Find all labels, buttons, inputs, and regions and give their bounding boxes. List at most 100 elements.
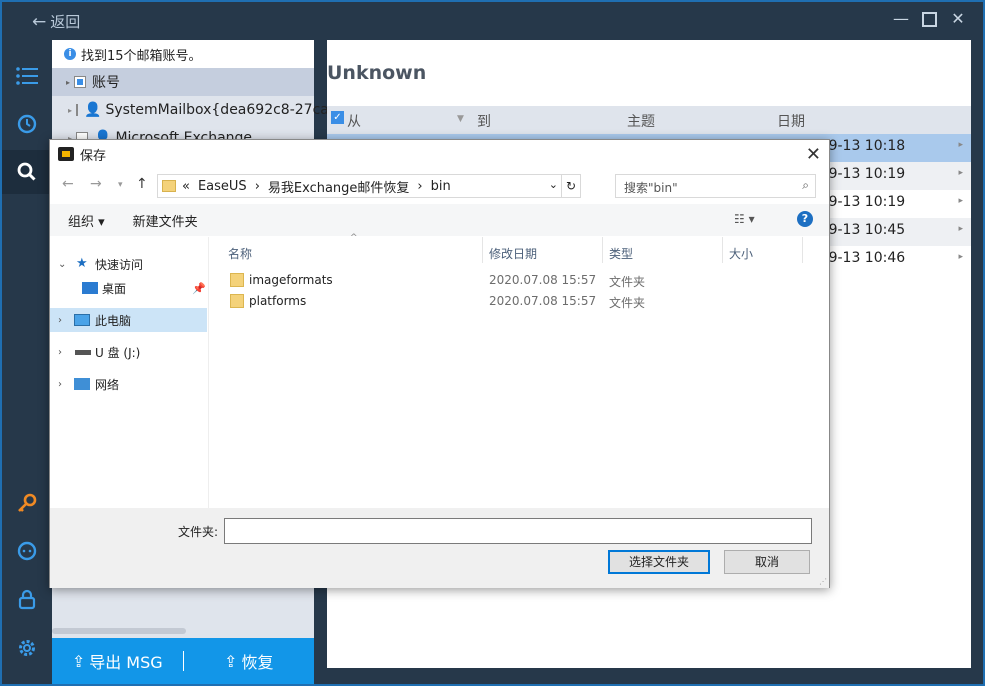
dialog-titlebar: 保存 [50, 140, 829, 168]
play-icon[interactable]: ▸ [958, 140, 963, 150]
column-subject[interactable]: 主题 [627, 111, 655, 131]
file-modified: 2020.07.08 15:57 [489, 273, 597, 287]
key-icon[interactable] [2, 482, 52, 526]
chevron-right-icon[interactable]: › [58, 315, 62, 326]
column-size[interactable]: 大小 [729, 245, 753, 262]
recent-dropdown-icon[interactable]: ▾ [118, 180, 123, 190]
mail-grid-header: ✓ 从 ▼ 到 主题 日期 [327, 106, 971, 134]
chevron-down-icon[interactable]: ⌄ [549, 178, 558, 191]
column-divider[interactable] [602, 237, 603, 263]
account-header[interactable]: ▸ 账号 [52, 68, 314, 96]
chat-icon[interactable] [2, 530, 52, 574]
dialog-footer: 文件夹: 选择文件夹 取消 ⋰ [50, 508, 829, 588]
folder-input[interactable] [224, 518, 812, 544]
expand-icon[interactable]: ▸ [66, 78, 70, 87]
side-navigation [2, 40, 52, 684]
history-icon[interactable] [2, 102, 52, 146]
breadcrumb-overflow[interactable]: « [182, 179, 190, 194]
select-folder-button[interactable]: 选择文件夹 [608, 550, 710, 574]
play-icon[interactable]: ▸ [958, 252, 963, 262]
breadcrumb-item[interactable]: EaseUS [198, 179, 247, 194]
pin-icon[interactable]: 📌 [192, 282, 206, 295]
file-row[interactable]: platforms 2020.07.08 15:57 文件夹 [210, 291, 829, 312]
search-placeholder: 搜索"bin" [624, 181, 678, 195]
breadcrumb-item[interactable]: 易我Exchange邮件恢复 [268, 177, 410, 196]
info-bar: i 找到15个邮箱账号。 [52, 40, 314, 68]
resize-grip-icon[interactable]: ⋰ [819, 577, 827, 586]
organize-button[interactable]: 组织 ▾ [68, 211, 105, 230]
account-name: SystemMailbox{dea692c8-27ca [105, 102, 329, 118]
play-icon[interactable]: ▸ [958, 224, 963, 234]
play-icon[interactable]: ▸ [958, 196, 963, 206]
nav-network[interactable]: › 网络 [50, 372, 207, 396]
bottom-action-bar: ⇪ 导出 MSG ⇪ 恢复 [52, 638, 314, 684]
breadcrumb-item[interactable]: bin [431, 179, 451, 194]
column-type[interactable]: 类型 [609, 245, 633, 262]
cancel-button[interactable]: 取消 [724, 550, 810, 574]
export-msg-label: 导出 MSG [89, 653, 163, 672]
lock-icon[interactable] [2, 578, 52, 622]
export-msg-button[interactable]: ⇪ 导出 MSG [52, 649, 183, 673]
expand-icon[interactable]: ▸ [68, 106, 72, 115]
close-icon[interactable]: ✕ [949, 10, 967, 28]
column-divider[interactable] [722, 237, 723, 263]
nav-usb-drive[interactable]: › U 盘 (J:) [50, 340, 207, 364]
dialog-title: 保存 [80, 148, 107, 164]
sort-icon[interactable]: ▼ [457, 114, 464, 124]
chevron-right-icon[interactable]: › [58, 347, 62, 358]
up-arrow-icon[interactable]: ↑ [136, 176, 148, 192]
new-folder-button[interactable]: 新建文件夹 [133, 211, 198, 230]
column-date[interactable]: 日期 [777, 111, 805, 131]
select-all-checkbox[interactable]: ✓ [331, 111, 344, 124]
file-name: platforms [249, 294, 307, 308]
horizontal-scrollbar[interactable] [52, 628, 186, 634]
search-icon[interactable] [2, 150, 52, 194]
address-bar[interactable]: « EaseUS › 易我Exchange邮件恢复 › bin ⌄ ↻ [157, 174, 581, 198]
close-icon[interactable]: ✕ [806, 144, 821, 165]
star-icon: ★ [76, 256, 88, 271]
save-dialog: 保存 ✕ ← → ▾ ↑ « EaseUS › 易我Exchange邮件恢复 ›… [49, 139, 830, 588]
nav-desktop[interactable]: 桌面 📌 [50, 276, 207, 300]
folder-label: 文件夹: [178, 525, 219, 539]
window-controls: — ✕ [892, 10, 967, 28]
column-modified[interactable]: 修改日期 [489, 245, 537, 262]
nav-label: 此电脑 [95, 313, 132, 328]
nav-quick-access[interactable]: ⌄ ★ 快速访问 [50, 252, 207, 276]
column-divider[interactable] [482, 237, 483, 263]
file-type: 文件夹 [609, 296, 646, 310]
folder-icon [230, 294, 244, 308]
account-item[interactable]: ▸ 👤 SystemMailbox{dea692c8-27ca [52, 96, 329, 124]
chevron-right-icon[interactable]: › [255, 179, 260, 194]
back-button[interactable]: ← 返回 [32, 11, 80, 32]
file-row[interactable]: imageformats 2020.07.08 15:57 文件夹 [210, 270, 829, 291]
chevron-right-icon[interactable]: › [58, 379, 62, 390]
mailbox-title: Unknown [327, 62, 427, 84]
forward-arrow-icon[interactable]: → [90, 176, 102, 192]
restore-button[interactable]: ⇪ 恢复 [184, 649, 315, 673]
list-icon[interactable] [2, 54, 52, 98]
minimize-icon[interactable]: — [892, 10, 910, 28]
search-input[interactable]: 搜索"bin" ⌕ [615, 174, 816, 198]
account-checkbox[interactable] [76, 104, 79, 116]
chevron-right-icon[interactable]: › [417, 179, 422, 194]
file-modified: 2020.07.08 15:57 [489, 294, 597, 308]
maximize-icon[interactable] [922, 12, 937, 27]
view-options-icon[interactable]: ☷ ▾ [734, 212, 755, 226]
column-from[interactable]: 从 [347, 111, 361, 131]
refresh-icon[interactable]: ↻ [561, 174, 581, 198]
column-name[interactable]: 名称 [228, 245, 252, 262]
nav-this-pc[interactable]: › 此电脑 [50, 308, 207, 332]
back-arrow-icon[interactable]: ← [62, 176, 74, 192]
account-header-label: 账号 [92, 75, 121, 91]
play-icon[interactable]: ▸ [958, 168, 963, 178]
help-icon[interactable]: ? [797, 211, 813, 227]
column-divider[interactable] [802, 237, 803, 263]
file-type: 文件夹 [609, 275, 646, 289]
header-checkbox[interactable] [74, 76, 87, 88]
info-text: 找到15个邮箱账号。 [81, 48, 202, 64]
chevron-down-icon[interactable]: ⌄ [58, 259, 66, 270]
navigation-pane: ⌄ ★ 快速访问 桌面 📌 › 此电脑 › U 盘 (J:) › 网络 [50, 237, 209, 508]
gear-icon[interactable] [2, 626, 52, 670]
column-to[interactable]: 到 [477, 111, 491, 131]
search-icon[interactable]: ⌕ [802, 178, 809, 193]
